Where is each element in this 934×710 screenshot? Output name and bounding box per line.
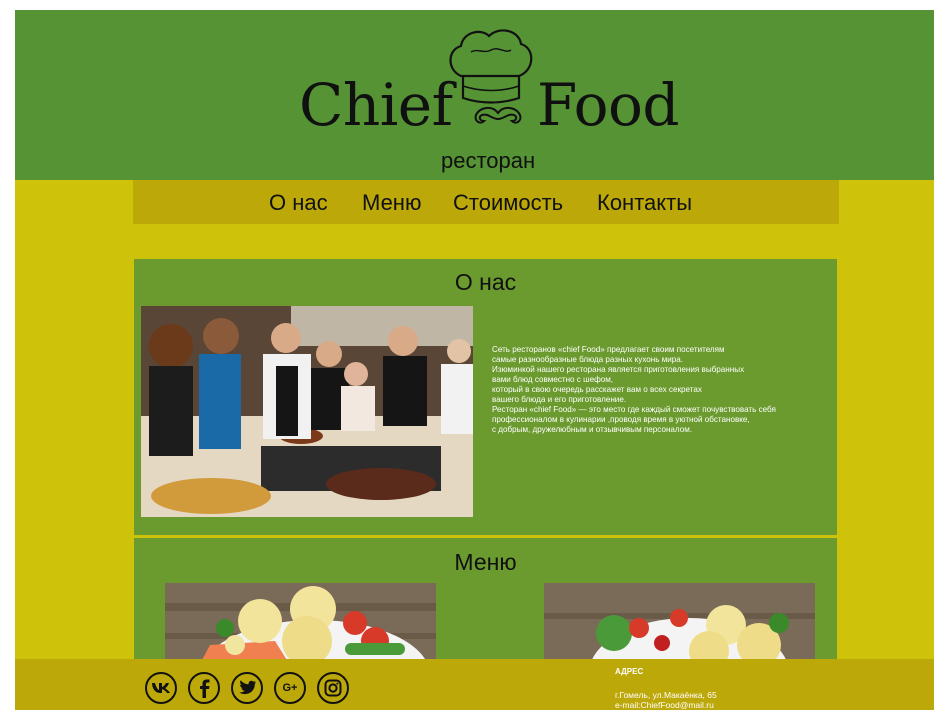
address-title: АДРЕС <box>615 667 644 676</box>
about-title: О нас <box>454 269 517 295</box>
mustache-icon <box>474 107 522 124</box>
menu-title: Меню <box>454 549 517 575</box>
site-header: Chief Food ресторан <box>15 10 934 180</box>
twitter-icon[interactable] <box>231 672 263 704</box>
instagram-icon[interactable] <box>317 672 349 704</box>
address-line: г.Гомель, ул.Макаёнка, 65 <box>615 690 717 700</box>
about-section: О нас Сеть ресторанов «chief Food» предл… <box>134 259 837 535</box>
site-footer: G+ АДРЕС г.Гомель, ул.Макаёнка, 65 e-mai… <box>15 659 934 710</box>
vk-icon[interactable] <box>145 672 177 704</box>
facebook-icon[interactable] <box>188 672 220 704</box>
email-line[interactable]: e-mail:ChiefFood@mail.ru <box>615 700 714 710</box>
main-nav: О нас Меню Стоимость Контакты <box>133 180 839 224</box>
logo-chief-text: Chief <box>299 71 453 139</box>
nav-item-contacts[interactable]: Контакты <box>597 190 692 216</box>
logo-food-text: Food <box>537 71 680 139</box>
nav-item-about[interactable]: О нас <box>269 190 328 216</box>
page: Chief Food ресторан О нас Меню Стоимость… <box>15 10 934 710</box>
about-description: Сеть ресторанов «chief Food» предлагает … <box>492 345 776 434</box>
nav-item-menu[interactable]: Меню <box>362 190 421 216</box>
logo-subtitle: ресторан <box>441 148 536 173</box>
about-photo <box>141 306 473 517</box>
chef-hat-icon <box>449 29 533 104</box>
nav-item-prices[interactable]: Стоимость <box>453 190 563 216</box>
google-plus-icon[interactable]: G+ <box>274 672 306 704</box>
